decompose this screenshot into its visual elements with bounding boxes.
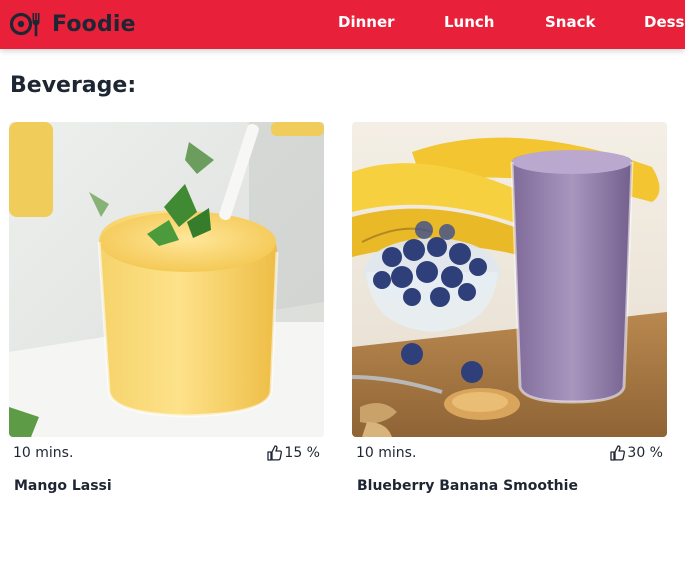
thumbs-up-icon [267, 445, 283, 461]
brand[interactable]: Foodie [10, 8, 136, 40]
recipe-title[interactable]: Blueberry Banana Smoothie [357, 478, 578, 494]
cook-time: 10 mins. [356, 445, 417, 461]
recipe-meta: 10 mins. 30 % [352, 437, 667, 469]
rating: 15 % [266, 445, 320, 461]
thumbs-up-icon [610, 445, 626, 461]
nav-link-snack[interactable]: Snack [545, 13, 595, 31]
rating-value: 15 % [284, 445, 320, 461]
nav-link-dinner[interactable]: Dinner [338, 13, 395, 31]
blueberry-banana-smoothie-photo[interactable] [352, 122, 667, 437]
rating: 30 % [609, 445, 663, 461]
recipe-card-mango-lassi[interactable]: 10 mins. 15 % Mango Lassi [9, 122, 324, 494]
rating-value: 30 % [627, 445, 663, 461]
brand-name: Foodie [52, 11, 136, 37]
cook-time: 10 mins. [13, 445, 74, 461]
navbar: Foodie Dinner Lunch Snack Dessert [0, 0, 685, 49]
recipe-meta: 10 mins. 15 % [9, 437, 324, 469]
recipe-card-blueberry-banana-smoothie[interactable]: 10 mins. 30 % Blueberry Banana Smoothie [352, 122, 667, 494]
recipe-title[interactable]: Mango Lassi [14, 478, 112, 494]
mango-lassi-photo[interactable] [9, 122, 324, 437]
section-title: Beverage: [10, 73, 137, 98]
nav-link-lunch[interactable]: Lunch [444, 13, 495, 31]
nav-link-dessert[interactable]: Dessert [644, 13, 685, 31]
plate-fork-icon [10, 12, 40, 37]
